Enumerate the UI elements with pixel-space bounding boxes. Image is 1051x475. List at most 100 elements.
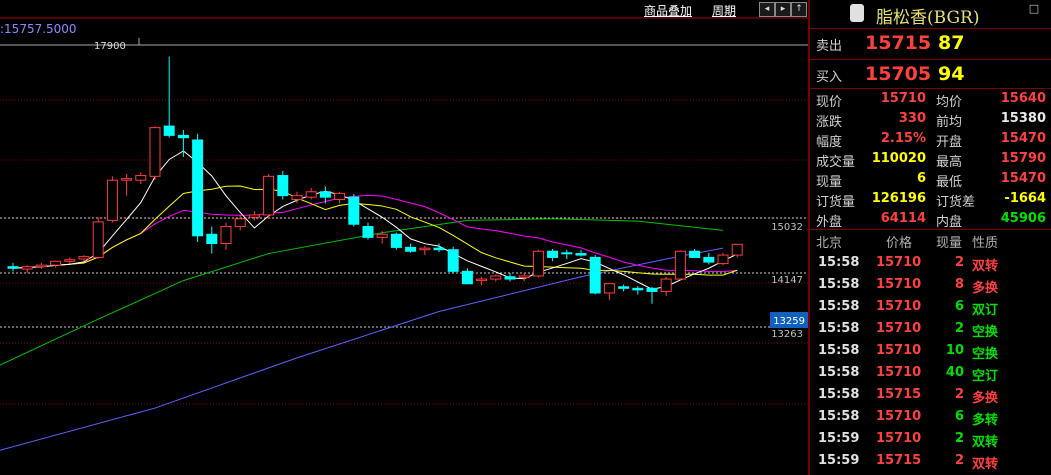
candle-down [632,287,644,291]
stat-value: 126196 [871,191,926,206]
candle-down [433,247,445,251]
candle-up [717,254,729,265]
kline-chart-pane[interactable]: 17900 15032 14147 13263 13259 :15757.5000 商品… [0,0,808,475]
tick-row[interactable]: 15:58 15710 6 多转 [810,407,1051,429]
candle-up [121,178,133,181]
candle-down [575,253,587,256]
tick-price: 15710 [876,321,922,336]
candle-down [618,286,630,289]
tick-nature: 多换 [972,391,999,406]
ma10-line [12,185,738,276]
tick-volume: 40 [945,365,964,380]
candle-up [674,250,686,280]
tick-nature: 双订 [972,303,999,318]
period-link[interactable]: 周期 [712,2,736,19]
tick-time: 15:58 [818,299,860,314]
tick-header-nature: 性质 [972,236,999,251]
next-arrow-icon[interactable]: ▸ [775,2,791,17]
stat-label: 幅度 [816,135,843,150]
candle-down [547,250,559,258]
candle-up [234,218,246,228]
stat-value: -1664 [1004,191,1046,206]
stat-label: 订货差 [936,195,976,210]
tick-row[interactable]: 15:59 15710 2 双转 [810,429,1051,451]
stat-label: 开盘 [936,135,963,150]
tick-time: 15:59 [818,453,860,468]
stat-value: 15470 [1000,131,1046,146]
tick-nature: 空订 [972,369,999,384]
tick-row[interactable]: 15:58 15710 2 双转 [810,253,1051,275]
candle-down [177,134,189,139]
stat-label: 最高 [936,155,963,170]
tick-row[interactable]: 15:58 15710 6 双订 [810,297,1051,319]
candle-down [447,249,459,272]
tick-nature: 空换 [972,347,999,362]
tick-row[interactable]: 15:58 15710 40 空订 [810,363,1051,385]
tick-price: 15715 [876,387,922,402]
tick-price: 15710 [876,277,922,292]
tick-volume: 2 [954,255,964,270]
candle-up [334,192,346,200]
sell-price: 15715 [865,32,932,54]
prev-arrow-icon[interactable]: ◂ [759,2,775,17]
stat-value: 15640 [1000,91,1046,106]
tick-price: 15710 [876,255,922,270]
tick-row[interactable]: 15:58 15710 8 多换 [810,275,1051,297]
stat-value: 64114 [880,211,926,226]
candle-up [263,175,275,216]
stat-row: 现量 6 最低 15470 [810,170,1051,190]
stat-value: 110020 [871,151,926,166]
candle-up [106,179,118,221]
candle-up [419,247,431,251]
ma5-line [12,150,738,290]
tick-nature: 双转 [972,457,999,472]
candle-down [7,266,19,269]
tick-row[interactable]: 15:58 15710 10 空换 [810,341,1051,363]
candle-down [589,256,601,294]
stat-row: 现价 15710 均价 15640 [810,90,1051,110]
tick-time: 15:58 [818,255,860,270]
candle-down [192,139,204,237]
candle-up [490,275,502,280]
stat-label: 内盘 [936,215,963,230]
stat-row: 外盘 64114 内盘 45906 [810,210,1051,230]
tick-row[interactable]: 15:58 15710 2 空换 [810,319,1051,341]
kline-chart[interactable]: 17900 15032 14147 13263 13259 [0,0,808,475]
tick-price: 15710 [876,343,922,358]
candle-up [376,233,388,238]
tick-row[interactable]: 15:59 15715 2 双转 [810,451,1051,473]
zoom-in-icon[interactable]: ↑ [791,2,807,17]
tick-header-time: 北京 [816,236,843,251]
tick-header-vol: 现量 [936,236,963,251]
panel-header: 脂松香(BGR) □ [810,0,1051,28]
tick-row[interactable]: 15:58 15715 2 多换 [810,385,1051,407]
tick-nature: 双转 [972,435,999,450]
tick-volume: 2 [954,387,964,402]
tick-time: 15:58 [818,409,860,424]
tick-time: 15:58 [818,277,860,292]
tick-volume: 2 [954,321,964,336]
overlay-link[interactable]: 商品叠加 [644,2,692,19]
stat-row: 成交量 110020 最高 15790 [810,150,1051,170]
candle-down [504,276,516,280]
buy-price: 15705 [865,63,932,85]
tick-price: 15710 [876,409,922,424]
buy-label: 买入 [816,70,843,85]
candle-up [149,127,161,177]
stat-label: 最低 [936,175,963,190]
stat-value: 6 [916,171,926,186]
tick-nature: 双转 [972,259,999,274]
tick-volume: 8 [954,277,964,292]
tick-volume: 6 [954,299,964,314]
stat-value: 15380 [1000,111,1046,126]
ma60-line [0,247,724,451]
buy-row: 买入 15705 94 [810,61,1051,89]
candle-up [291,195,303,200]
candle-down [390,233,402,248]
candle-down [561,252,573,255]
close-icon[interactable]: □ [1026,2,1042,18]
candle-up [305,191,317,198]
candle-up [78,256,90,260]
tick-volume: 6 [954,409,964,424]
sell-label: 卖出 [816,39,843,54]
